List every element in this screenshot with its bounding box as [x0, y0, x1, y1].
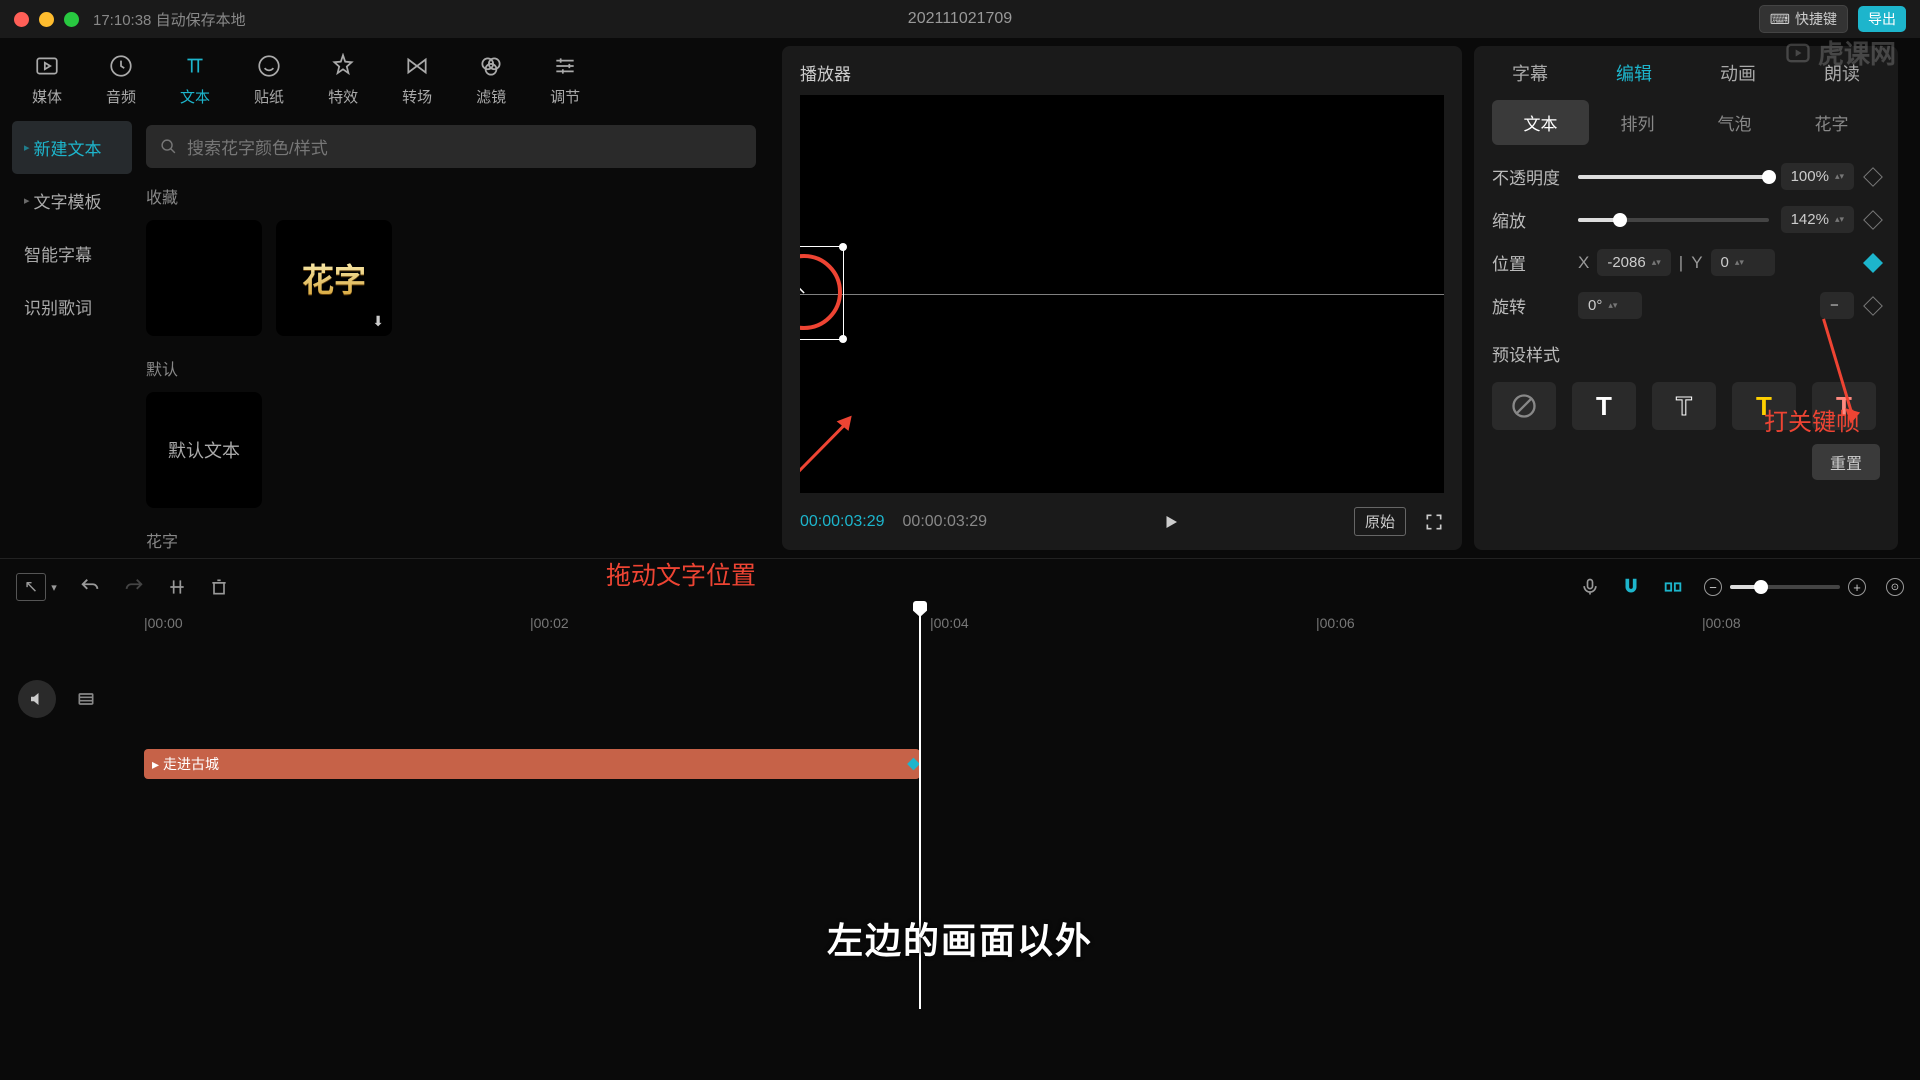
delete-button[interactable] [209, 577, 229, 597]
snap-icon[interactable] [1662, 576, 1684, 598]
watermark: 虎课网 [1784, 34, 1896, 71]
position-label: 位置 [1492, 250, 1566, 275]
prop-tab-anim[interactable]: 动画 [1720, 60, 1756, 86]
cat-lyrics[interactable]: 识别歌词 [12, 280, 132, 333]
timestamp: 17:10:38 [93, 12, 151, 29]
timecode-current: 00:00:03:29 [800, 513, 885, 531]
text-preset-huazi-2[interactable]: 花字⬇ [276, 220, 392, 336]
aspect-original[interactable]: 原始 [1354, 507, 1406, 536]
tab-adjust[interactable]: 调节 [550, 52, 580, 107]
play-button[interactable] [1162, 513, 1180, 531]
position-keyframe[interactable] [1863, 253, 1883, 273]
minimize-window[interactable] [39, 12, 54, 27]
mic-icon[interactable] [1580, 577, 1600, 597]
export-button[interactable]: 导出 [1858, 6, 1906, 32]
resize-handle[interactable] [839, 243, 847, 251]
redo-button[interactable] [123, 576, 145, 598]
mute-track-button[interactable] [18, 680, 56, 718]
player-title: 播放器 [800, 60, 1444, 85]
search-input[interactable]: 搜索花字颜色/样式 [146, 125, 756, 168]
opacity-slider[interactable] [1578, 175, 1769, 179]
section-huazi: 花字 [146, 528, 756, 552]
preview-canvas[interactable]: ↖ [800, 95, 1444, 493]
timeline-panel: ↖▾ − + ⊙ |00:00 |00:02 |00:04 |00:06 |00… [0, 558, 1920, 1048]
properties-panel: 字幕 编辑 动画 朗读 文本 排列 气泡 花字 不透明度 100%▴▾ 缩放 1… [1474, 46, 1898, 550]
preset-label: 预设样式 [1492, 341, 1560, 366]
titlebar: 17:10:38 自动保存本地 202111021709 ⌨快捷键 导出 [0, 0, 1920, 38]
tab-media[interactable]: 媒体 [32, 52, 62, 107]
cursor-icon: ↖ [800, 278, 807, 299]
cat-new-text[interactable]: ▸新建文本 [12, 121, 132, 174]
prop-tab-subtitle[interactable]: 字幕 [1512, 60, 1548, 86]
subtab-bubble[interactable]: 气泡 [1686, 100, 1783, 145]
scale-keyframe[interactable] [1863, 210, 1883, 230]
tab-audio[interactable]: 音频 [106, 52, 136, 107]
subtab-huazi[interactable]: 花字 [1783, 100, 1880, 145]
annotation-drag-text: 拖动文字位置 [606, 556, 756, 592]
rotation-label: 旋转 [1492, 293, 1566, 318]
magnet-main-icon[interactable] [1620, 576, 1642, 598]
tab-transition[interactable]: 转场 [402, 52, 432, 107]
text-clip[interactable]: ▸走进古城 [144, 749, 920, 779]
text-preset-huazi-1[interactable]: 花字 [146, 220, 262, 336]
download-icon: ⬇ [372, 313, 384, 330]
close-window[interactable] [14, 12, 29, 27]
preset-style-2[interactable]: T [1652, 382, 1716, 430]
annotation-keyframe: 打关键帧 [1764, 402, 1860, 437]
video-subtitle-overlay: 左边的画面以外 [827, 912, 1093, 964]
autosave-status: 自动保存本地 [156, 12, 246, 29]
preset-none[interactable] [1492, 382, 1556, 430]
maximize-window[interactable] [64, 12, 79, 27]
scale-label: 缩放 [1492, 207, 1566, 232]
cat-template[interactable]: ▸文字模板 [12, 174, 132, 227]
tab-effect[interactable]: 特效 [328, 52, 358, 107]
annotation-arrow [800, 410, 874, 493]
timecode-total: 00:00:03:29 [903, 513, 988, 531]
text-preset-default[interactable]: 默认文本 [146, 392, 262, 508]
timeline-ruler[interactable]: |00:00 |00:02 |00:04 |00:06 |00:08 [144, 615, 1904, 639]
project-title: 202111021709 [908, 10, 1012, 28]
opacity-keyframe[interactable] [1863, 167, 1883, 187]
undo-button[interactable] [79, 576, 101, 598]
shortcut-button[interactable]: ⌨快捷键 [1759, 5, 1848, 33]
subtab-arrange[interactable]: 排列 [1589, 100, 1686, 145]
opacity-label: 不透明度 [1492, 164, 1566, 189]
media-toolbar: 媒体 音频 文本 贴纸 特效 转场 滤镜 调节 [12, 46, 770, 121]
scale-slider[interactable] [1578, 218, 1769, 222]
scale-value[interactable]: 142%▴▾ [1781, 206, 1854, 233]
text-category-sidebar: ▸新建文本 ▸文字模板 智能字幕 识别歌词 [12, 121, 132, 568]
split-button[interactable] [167, 577, 187, 597]
rotation-keyframe[interactable] [1863, 296, 1883, 316]
resize-handle[interactable] [839, 335, 847, 343]
zoom-out-icon[interactable]: − [1704, 578, 1722, 596]
preset-style-1[interactable]: T [1572, 382, 1636, 430]
search-icon [160, 138, 177, 155]
position-y[interactable]: 0▴▾ [1711, 249, 1775, 276]
opacity-value[interactable]: 100%▴▾ [1781, 163, 1854, 190]
zoom-in-icon[interactable]: + [1848, 578, 1866, 596]
select-tool[interactable]: ↖▾ [16, 573, 57, 601]
rotation-value[interactable]: 0°▴▾ [1578, 292, 1642, 319]
subtab-text[interactable]: 文本 [1492, 100, 1589, 145]
guide-line [800, 294, 1444, 295]
fullscreen-icon[interactable] [1424, 512, 1444, 532]
clip-keyframe-marker [907, 758, 920, 771]
section-favorites: 收藏 [146, 184, 756, 208]
cat-subtitle[interactable]: 智能字幕 [12, 227, 132, 280]
preview-player: 播放器 ↖ 拖动文字位置 00:00:03:29 00:00:03:29 原始 [782, 46, 1462, 550]
prop-tab-edit[interactable]: 编辑 [1616, 60, 1652, 86]
zoom-slider[interactable] [1730, 585, 1840, 589]
tab-filter[interactable]: 滤镜 [476, 52, 506, 107]
tab-sticker[interactable]: 贴纸 [254, 52, 284, 107]
film-icon[interactable] [76, 689, 96, 709]
zoom-fit-icon[interactable]: ⊙ [1886, 578, 1904, 596]
section-default: 默认 [146, 356, 756, 380]
reset-button[interactable]: 重置 [1812, 444, 1880, 480]
tab-text[interactable]: 文本 [180, 52, 210, 107]
position-x[interactable]: -2086▴▾ [1597, 249, 1670, 276]
